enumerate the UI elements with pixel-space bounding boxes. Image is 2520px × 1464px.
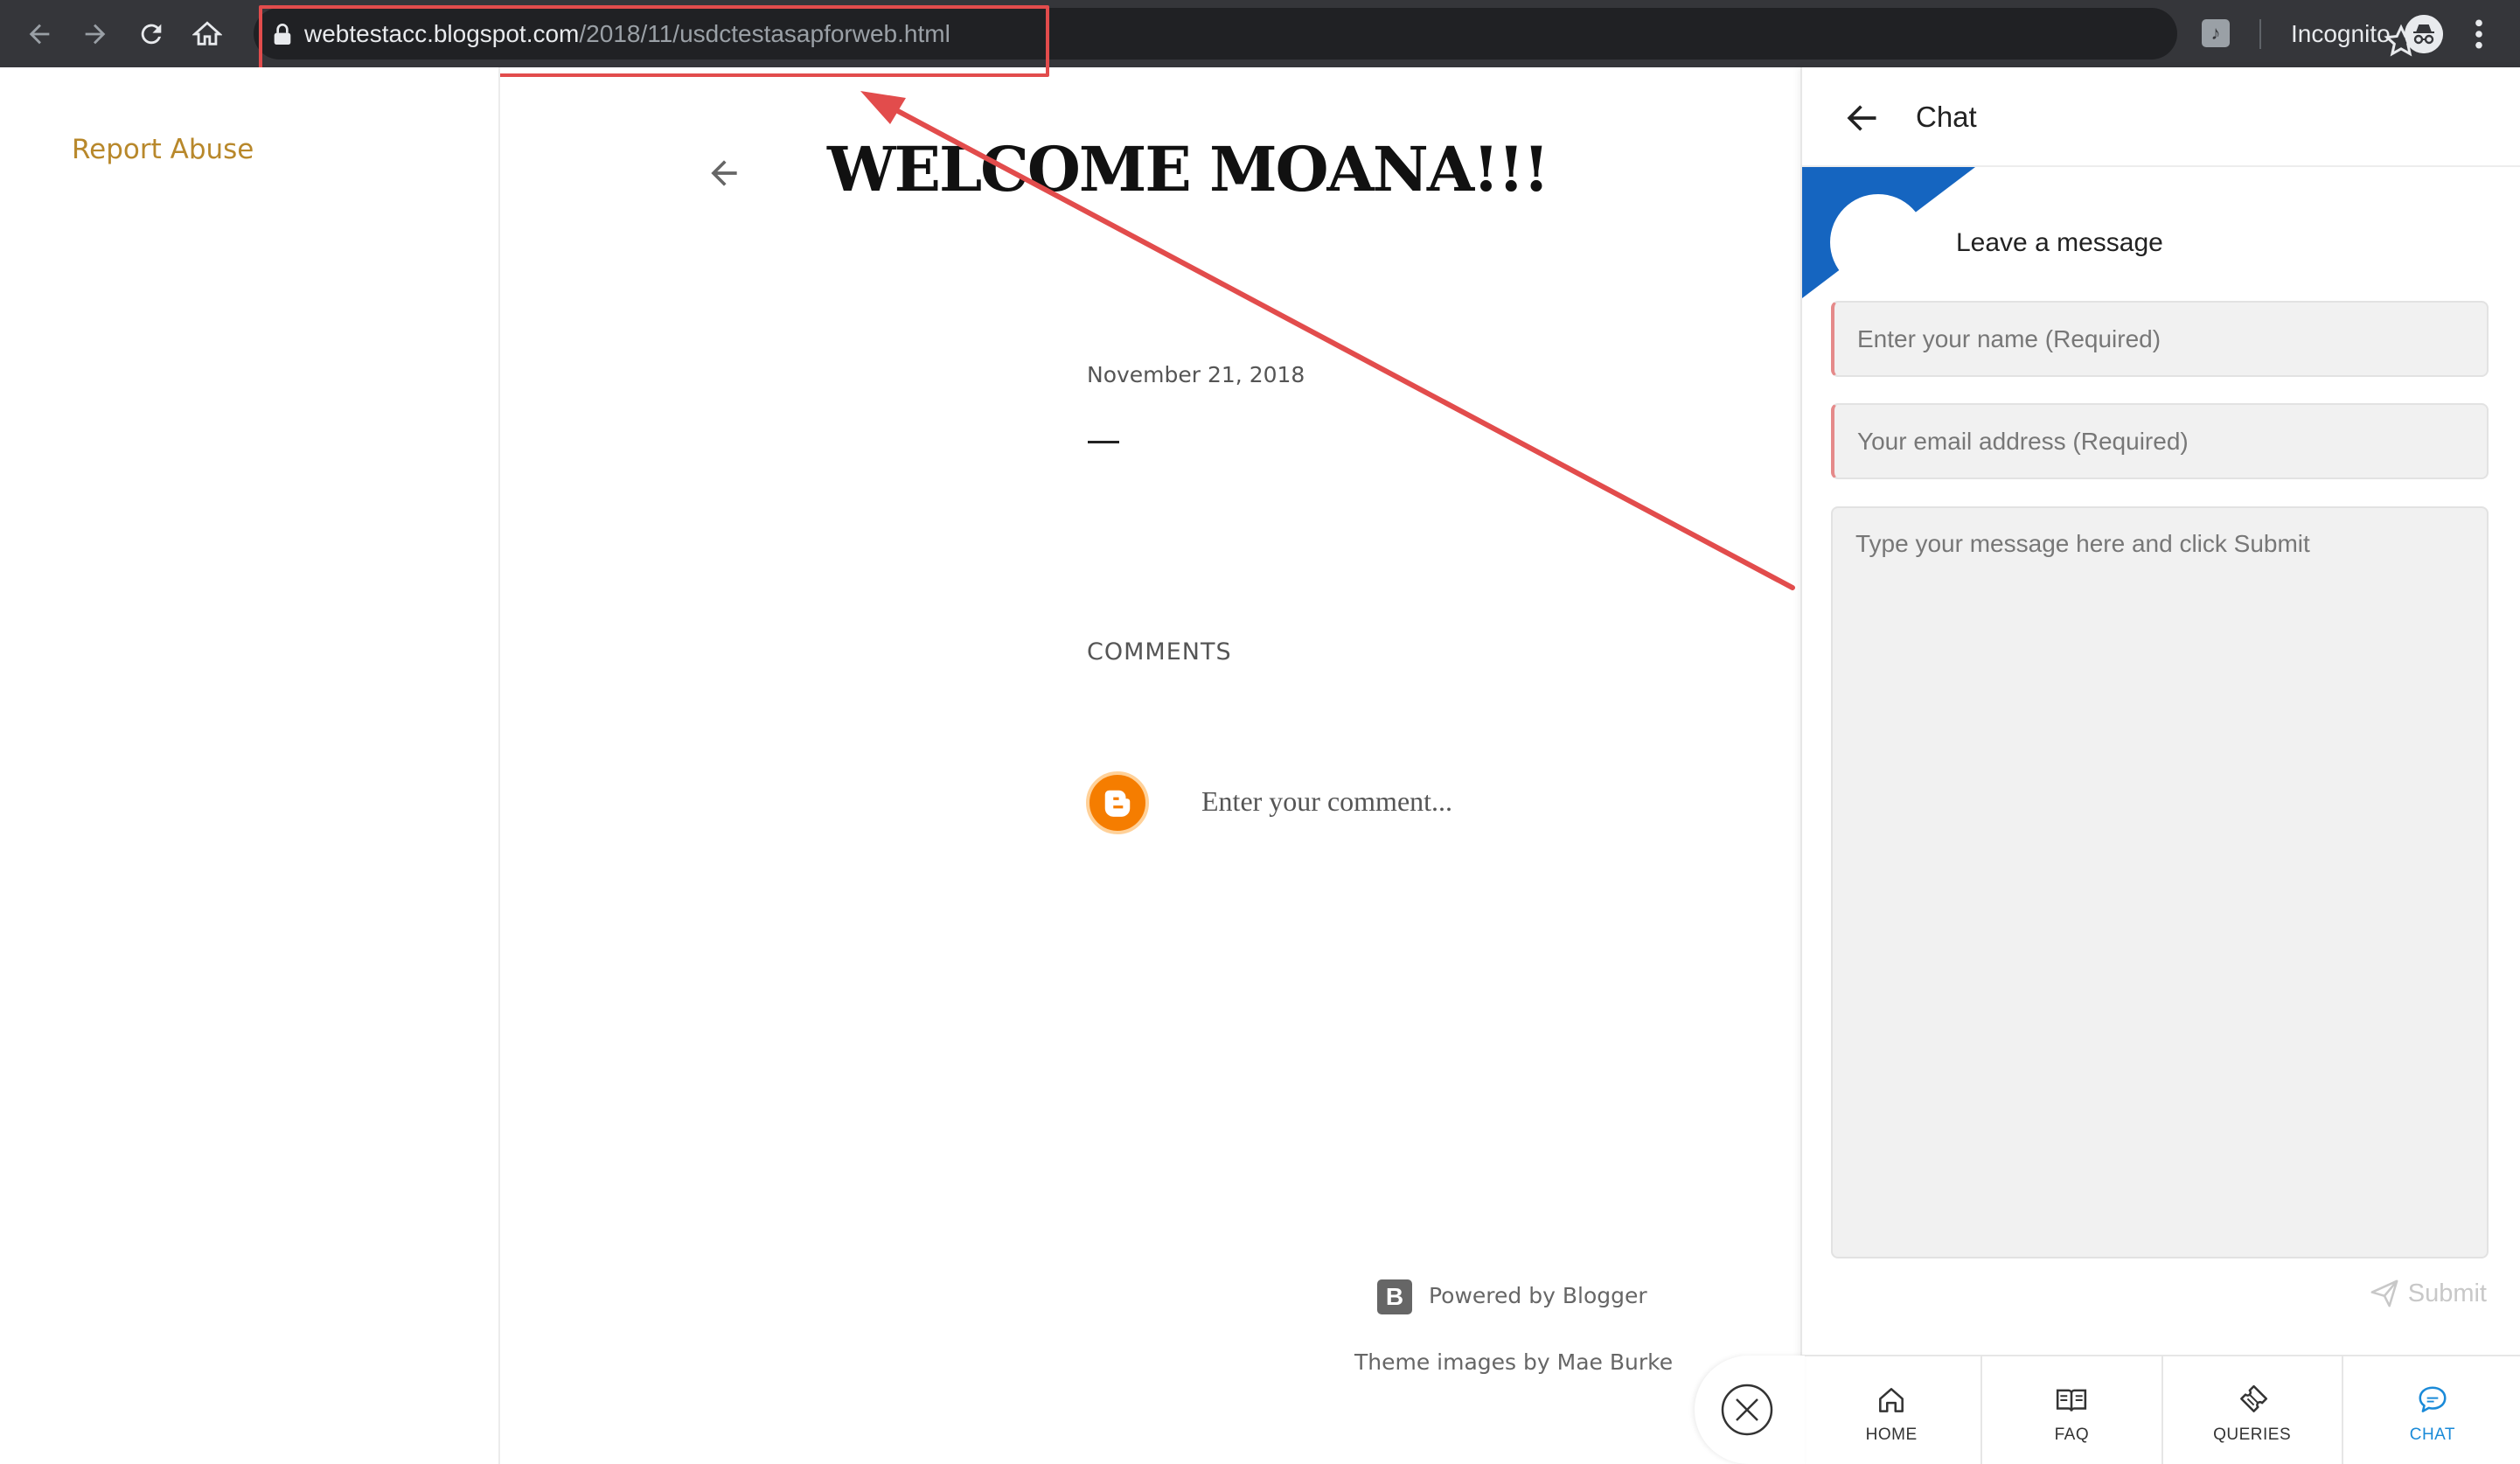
url-highlight-box bbox=[259, 5, 1049, 77]
menu-icon[interactable] bbox=[2464, 17, 2494, 51]
chat-back-icon[interactable] bbox=[1842, 99, 1881, 137]
blogger-icon bbox=[1104, 790, 1131, 817]
home-icon bbox=[1879, 1388, 1904, 1412]
theme-images-credit: Theme images by Mae Burke bbox=[1354, 1349, 1674, 1375]
submit-label: Submit bbox=[2407, 1279, 2487, 1307]
post-title: WELCOME MOANA!!! bbox=[827, 133, 1549, 206]
home-icon bbox=[192, 21, 222, 45]
blogger-avatar bbox=[1086, 771, 1149, 834]
chat-header: Chat bbox=[1802, 67, 2520, 167]
report-abuse-link[interactable]: Report Abuse bbox=[72, 134, 254, 165]
blog-sidebar: Report Abuse bbox=[0, 67, 500, 1464]
tab-label: CHAT bbox=[2409, 1426, 2456, 1444]
incognito-label: Incognito bbox=[2291, 20, 2391, 47]
powered-by-link[interactable]: Powered by Blogger bbox=[1429, 1283, 1647, 1308]
message-textarea[interactable]: Type your message here and click Submit bbox=[1831, 506, 2489, 1258]
chat-title: Chat bbox=[1916, 101, 1977, 133]
chat-panel: Chat Leave a message Enter your name (Re… bbox=[1800, 67, 2520, 1464]
tab-queries[interactable]: QUERIES bbox=[2163, 1356, 2343, 1464]
back-arrow-icon[interactable] bbox=[705, 154, 743, 192]
post-date: November 21, 2018 bbox=[1087, 362, 1305, 387]
close-chat-button[interactable] bbox=[1695, 1356, 1805, 1464]
comments-heading: COMMENTS bbox=[1087, 638, 1232, 666]
home-button[interactable] bbox=[185, 12, 229, 56]
tab-home[interactable]: HOME bbox=[1802, 1356, 1983, 1464]
blogger-logo-icon: B bbox=[1377, 1279, 1412, 1314]
email-input[interactable]: Your email address (Required) bbox=[1831, 403, 2489, 479]
forward-icon bbox=[85, 24, 106, 45]
send-icon bbox=[2370, 1279, 2398, 1307]
back-button[interactable] bbox=[17, 12, 61, 56]
chat-tab-bar: HOME FAQ QUERIES CHAT bbox=[1802, 1355, 2520, 1464]
post-divider bbox=[1088, 441, 1119, 443]
book-icon bbox=[2057, 1389, 2087, 1412]
comment-input[interactable]: Enter your comment... bbox=[1201, 785, 1452, 818]
toolbar-divider bbox=[2259, 19, 2261, 49]
submit-button[interactable]: Submit bbox=[2370, 1279, 2487, 1308]
leave-message-heading: Leave a message bbox=[1956, 228, 2163, 257]
name-input[interactable]: Enter your name (Required) bbox=[1831, 301, 2489, 377]
agent-avatar bbox=[1830, 194, 1926, 290]
reload-button[interactable] bbox=[129, 12, 173, 56]
tab-chat[interactable]: CHAT bbox=[2343, 1356, 2520, 1464]
forward-button[interactable] bbox=[73, 12, 117, 56]
chat-icon bbox=[2419, 1386, 2447, 1412]
ticket-icon bbox=[2239, 1384, 2267, 1412]
close-icon bbox=[1721, 1384, 1773, 1436]
incognito-icon[interactable] bbox=[2405, 15, 2443, 53]
tab-faq[interactable]: FAQ bbox=[1982, 1356, 2163, 1464]
extension-icon[interactable]: ♪ bbox=[2202, 19, 2230, 47]
tab-label: FAQ bbox=[2054, 1426, 2090, 1444]
reload-icon bbox=[141, 24, 162, 45]
back-icon bbox=[29, 24, 50, 45]
tab-label: HOME bbox=[1865, 1426, 1918, 1444]
tab-label: QUERIES bbox=[2213, 1426, 2292, 1444]
